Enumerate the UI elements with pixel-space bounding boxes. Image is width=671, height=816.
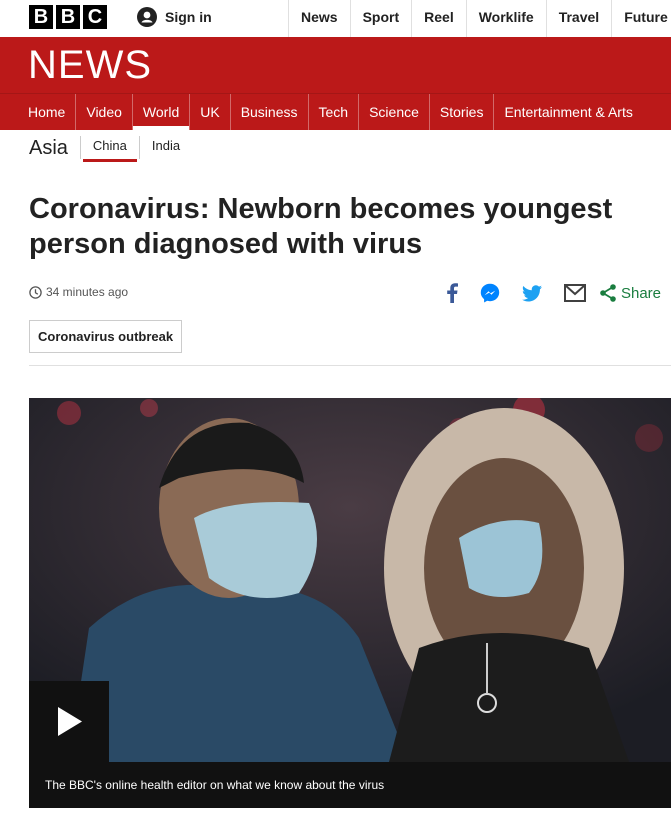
share-icon xyxy=(600,284,616,302)
tab-india[interactable]: India xyxy=(138,136,192,159)
top-nav-reel[interactable]: Reel xyxy=(411,0,466,37)
top-nav-worklife[interactable]: Worklife xyxy=(465,0,546,37)
video-thumbnail[interactable] xyxy=(29,398,671,762)
top-bar: B B C Sign in News Sport Reel Worklife T… xyxy=(0,0,671,38)
play-icon xyxy=(58,707,82,736)
nav-item-uk[interactable]: UK xyxy=(190,94,231,130)
clock-icon xyxy=(29,285,42,299)
nav-item-entertainment-arts[interactable]: Entertainment & Arts xyxy=(494,94,642,130)
bbc-logo-letter: B xyxy=(29,5,53,29)
main-nav: Home Video World UK Business Tech Scienc… xyxy=(0,93,671,130)
nav-item-video[interactable]: Video xyxy=(76,94,133,130)
top-nav-news[interactable]: News xyxy=(288,0,350,37)
top-nav-travel[interactable]: Travel xyxy=(545,0,611,37)
headline-line-2: person diagnosed with virus xyxy=(29,228,423,260)
article-headline: Coronavirus: Newborn becomes youngest pe… xyxy=(29,192,671,262)
video-caption: The BBC's online health editor on what w… xyxy=(29,762,671,808)
region-title[interactable]: Asia xyxy=(29,137,68,159)
headline-line-1: Coronavirus: Newborn becomes youngest xyxy=(29,193,613,225)
top-nav-future[interactable]: Future xyxy=(611,0,671,37)
tab-china[interactable]: China xyxy=(79,136,139,162)
nav-item-home[interactable]: Home xyxy=(18,94,77,130)
bbc-logo-letter: C xyxy=(83,5,107,29)
share-button[interactable]: Share xyxy=(600,284,661,302)
account-icon xyxy=(137,7,157,27)
thumbnail-image xyxy=(29,398,671,762)
nav-item-tech[interactable]: Tech xyxy=(309,94,360,130)
news-logo[interactable]: NEWS xyxy=(28,43,152,88)
sign-in-link[interactable]: Sign in xyxy=(137,7,212,27)
top-nav: News Sport Reel Worklife Travel Future xyxy=(288,0,671,37)
timestamp: 34 minutes ago xyxy=(46,285,129,299)
facebook-icon[interactable] xyxy=(446,283,458,303)
nav-item-science[interactable]: Science xyxy=(359,94,430,130)
nav-item-world[interactable]: World xyxy=(132,94,191,130)
bbc-logo[interactable]: B B C xyxy=(29,5,107,29)
sign-in-label: Sign in xyxy=(165,9,212,25)
divider xyxy=(29,365,671,366)
email-icon[interactable] xyxy=(563,284,586,302)
nav-item-stories[interactable]: Stories xyxy=(430,94,495,130)
nav-item-business[interactable]: Business xyxy=(231,94,309,130)
twitter-icon[interactable] xyxy=(521,284,542,302)
article-meta: 34 minutes ago xyxy=(29,285,128,299)
play-button[interactable] xyxy=(29,681,109,762)
topic-tag[interactable]: Coronavirus outbreak xyxy=(29,320,183,353)
news-banner: NEWS xyxy=(0,37,671,93)
bbc-logo-letter: B xyxy=(56,5,80,29)
share-label: Share xyxy=(620,284,661,302)
top-nav-sport[interactable]: Sport xyxy=(349,0,412,37)
share-row: Share xyxy=(424,283,661,303)
sub-nav: Asia China India xyxy=(29,136,192,162)
messenger-icon[interactable] xyxy=(480,283,500,303)
